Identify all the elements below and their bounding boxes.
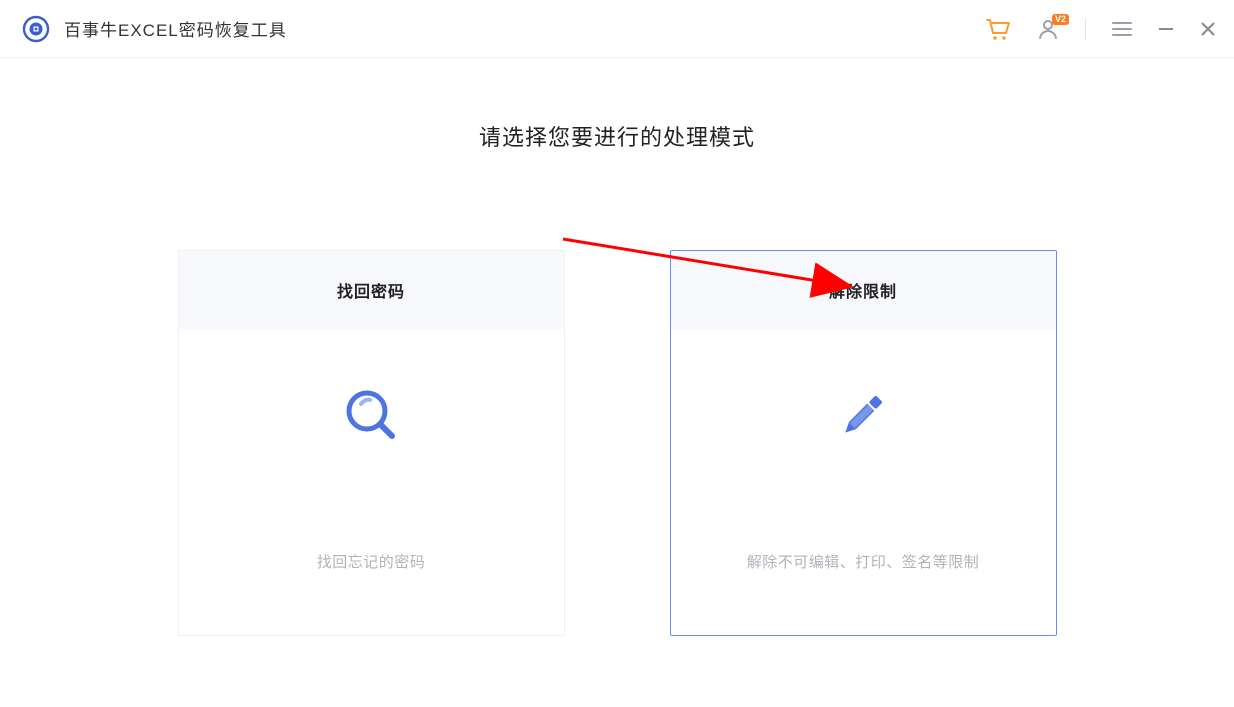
cart-icon[interactable] xyxy=(985,17,1011,41)
minimize-icon[interactable] xyxy=(1158,21,1174,37)
magnifier-icon xyxy=(339,383,403,447)
app-title: 百事牛EXCEL密码恢复工具 xyxy=(64,16,287,41)
card-desc: 解除不可编辑、打印、签名等限制 xyxy=(747,551,980,572)
card-title: 找回密码 xyxy=(179,251,564,329)
card-remove-restriction[interactable]: 解除限制 解除不可编辑、打印、签名等限制 xyxy=(670,250,1057,636)
menu-icon[interactable] xyxy=(1112,21,1132,37)
main-content: 请选择您要进行的处理模式 找回密码 找回忘记的密码 解除限制 xyxy=(0,58,1234,636)
card-body: 找回忘记的密码 xyxy=(179,329,564,635)
card-recover-password[interactable]: 找回密码 找回忘记的密码 xyxy=(178,250,565,636)
user-badge: V2 xyxy=(1052,14,1069,25)
card-desc: 找回忘记的密码 xyxy=(317,551,426,572)
page-heading: 请选择您要进行的处理模式 xyxy=(479,120,755,152)
divider xyxy=(1085,18,1086,40)
close-icon[interactable] xyxy=(1200,21,1216,37)
title-bar-left: 百事牛EXCEL密码恢复工具 xyxy=(22,15,287,43)
app-logo-icon xyxy=(22,15,50,43)
title-bar-right: V2 xyxy=(985,17,1216,41)
title-bar: 百事牛EXCEL密码恢复工具 V2 xyxy=(0,0,1234,58)
pencil-icon xyxy=(831,383,895,447)
card-title: 解除限制 xyxy=(671,251,1056,329)
user-icon[interactable]: V2 xyxy=(1037,18,1059,40)
card-body: 解除不可编辑、打印、签名等限制 xyxy=(671,329,1056,635)
mode-cards: 找回密码 找回忘记的密码 解除限制 xyxy=(178,250,1057,636)
